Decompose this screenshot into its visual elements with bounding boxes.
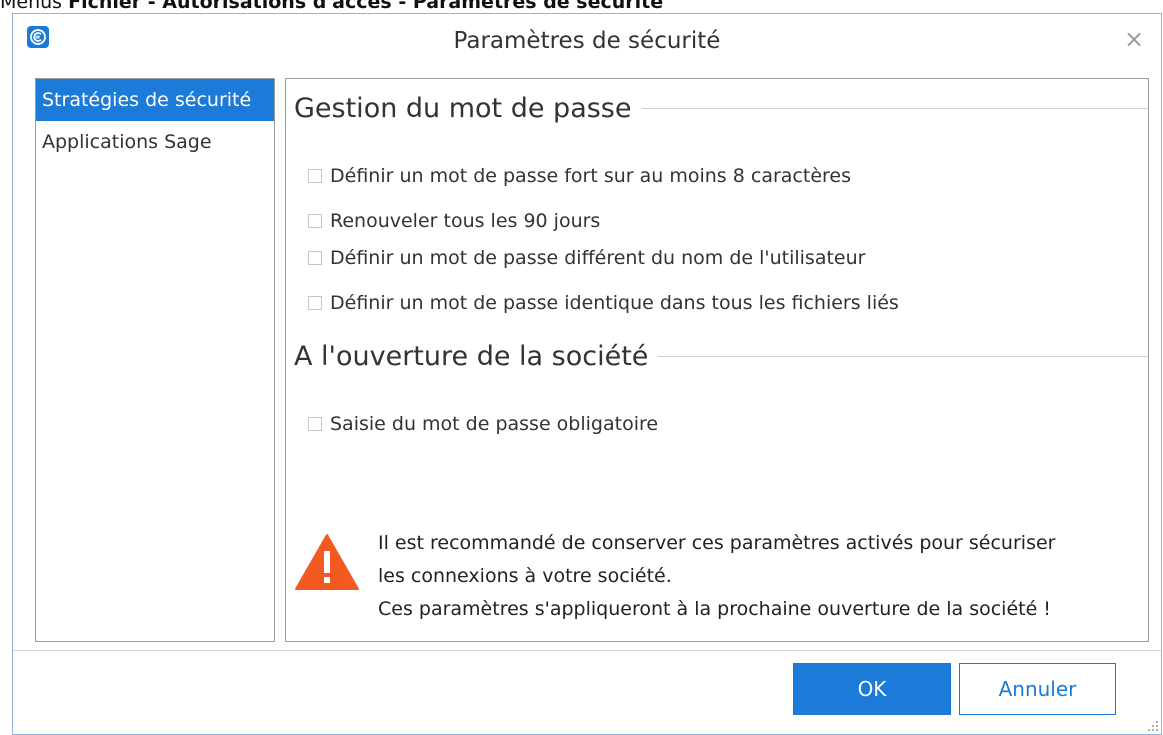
warning-line: Il est recommandé de conserver ces param… bbox=[378, 532, 1056, 554]
section-divider bbox=[658, 356, 1148, 357]
option-password-required[interactable]: Saisie du mot de passe obligatoire bbox=[308, 413, 658, 435]
warning-icon bbox=[295, 534, 359, 590]
section-title-opening: A l'ouverture de la société bbox=[294, 341, 649, 372]
option-identical-linked-files[interactable]: Définir un mot de passe identique dans t… bbox=[308, 292, 899, 314]
warning-text: Il est recommandé de conserver ces param… bbox=[378, 527, 1055, 626]
option-label: Définir un mot de passe fort sur au moin… bbox=[330, 165, 851, 187]
content-panel: Gestion du mot de passe Définir un mot d… bbox=[285, 78, 1149, 642]
option-label: Définir un mot de passe identique dans t… bbox=[330, 292, 899, 314]
checkbox[interactable] bbox=[308, 296, 322, 310]
option-label: Définir un mot de passe différent du nom… bbox=[330, 247, 866, 269]
dialog-title: Paramètres de sécurité bbox=[453, 28, 721, 54]
ok-button[interactable]: OK bbox=[793, 663, 951, 715]
cancel-button[interactable]: Annuler bbox=[959, 663, 1116, 715]
top-caption: Menus Fichier - Autorisations d'accès - … bbox=[0, 0, 1163, 13]
footer-divider bbox=[13, 650, 1161, 651]
option-label: Saisie du mot de passe obligatoire bbox=[330, 413, 659, 435]
checkbox[interactable] bbox=[308, 251, 322, 265]
checkbox[interactable] bbox=[308, 169, 322, 183]
caption-menu-path: Fichier - Autorisations d'accès - Paramè… bbox=[68, 0, 664, 13]
warning-line: Ces paramètres s'appliqueront à la proch… bbox=[378, 598, 1051, 620]
close-icon[interactable]: × bbox=[1121, 26, 1147, 52]
section-header-opening: A l'ouverture de la société bbox=[294, 341, 1148, 372]
option-strong-password[interactable]: Définir un mot de passe fort sur au moin… bbox=[308, 165, 851, 187]
warning-line: les connexions à votre société. bbox=[378, 565, 672, 587]
checkbox[interactable] bbox=[308, 417, 322, 431]
caption-prefix: Menus bbox=[0, 0, 69, 13]
warning-message: Il est recommandé de conserver ces param… bbox=[294, 527, 1134, 627]
sidebar: Stratégies de sécurité Applications Sage bbox=[35, 78, 275, 642]
resize-grip-icon[interactable] bbox=[1147, 720, 1159, 732]
security-settings-dialog: Paramètres de sécurité × Stratégies de s… bbox=[12, 13, 1162, 735]
option-label: Renouveler tous les 90 jours bbox=[330, 210, 601, 232]
title-bar: Paramètres de sécurité × bbox=[13, 14, 1161, 74]
option-renew-90-days[interactable]: Renouveler tous les 90 jours bbox=[308, 210, 600, 232]
sidebar-item-strategies[interactable]: Stratégies de sécurité bbox=[36, 79, 274, 121]
sidebar-item-applications[interactable]: Applications Sage bbox=[36, 121, 274, 163]
section-title-password: Gestion du mot de passe bbox=[294, 93, 632, 124]
checkbox[interactable] bbox=[308, 214, 322, 228]
section-header-password: Gestion du mot de passe bbox=[294, 93, 1148, 124]
section-divider bbox=[641, 108, 1148, 109]
option-different-from-username[interactable]: Définir un mot de passe différent du nom… bbox=[308, 247, 865, 269]
